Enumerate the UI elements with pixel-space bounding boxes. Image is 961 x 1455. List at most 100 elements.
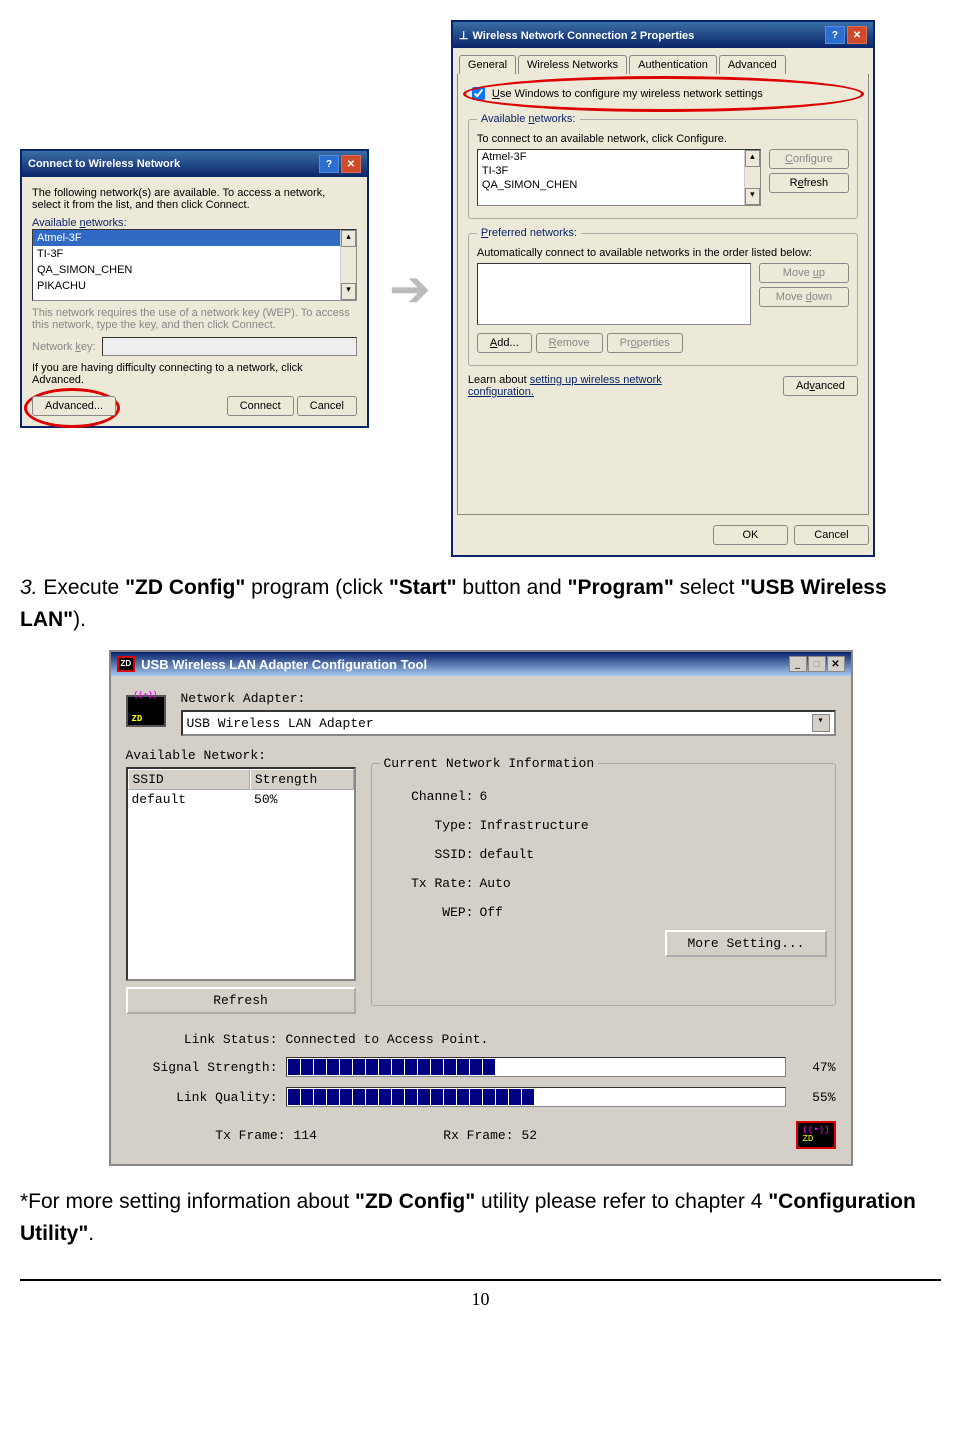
preferred-hint: Automatically connect to available netwo… xyxy=(477,247,849,259)
row-ssid[interactable]: default xyxy=(128,790,251,809)
move-down-button: Move down xyxy=(759,287,849,307)
dialog1-available-label: Available networks: xyxy=(32,217,357,229)
cancel-button[interactable]: Cancel xyxy=(297,396,357,416)
list-item[interactable]: QA_SIMON_CHEN xyxy=(478,178,760,192)
dialog1-intro: The following network(s) are available. … xyxy=(32,187,357,211)
dialog2-title: Wireless Network Connection 2 Properties xyxy=(473,30,695,42)
refresh-button[interactable]: Refresh xyxy=(769,173,849,193)
dialog1-advanced-note: If you are having difficulty connecting … xyxy=(32,362,357,386)
dialog1-titlebar: Connect to Wireless Network ? ✕ xyxy=(22,151,367,177)
close-icon[interactable]: ✕ xyxy=(827,656,845,672)
available-hint: To connect to an available network, clic… xyxy=(477,133,849,145)
type-value: Infrastructure xyxy=(480,818,827,833)
list-item[interactable]: Atmel-3F xyxy=(33,230,356,246)
close-icon[interactable]: ✕ xyxy=(847,26,867,44)
available-network-label: Available Network: xyxy=(126,748,356,763)
preferred-networks-fieldset: Preferred networks: Automatically connec… xyxy=(468,227,858,366)
figure-row: Connect to Wireless Network ? ✕ The foll… xyxy=(20,20,941,557)
scroll-down-icon[interactable]: ▾ xyxy=(745,188,760,205)
available-networks-legend: Available networks: xyxy=(477,113,580,125)
signal-strength-bar xyxy=(286,1057,786,1077)
list-item[interactable]: PIKACHU xyxy=(33,278,356,294)
minimize-icon[interactable]: _ xyxy=(789,656,807,672)
step-number: 3. xyxy=(20,576,38,599)
scroll-up-icon[interactable]: ▴ xyxy=(745,150,760,167)
tab-authentication[interactable]: Authentication xyxy=(629,55,717,74)
available-network-list[interactable]: SSID Strength default 50% xyxy=(126,767,356,981)
zd-logo-icon: ZD xyxy=(117,656,136,672)
current-info-legend: Current Network Information xyxy=(380,756,599,771)
dialog1-title: Connect to Wireless Network xyxy=(28,158,180,170)
preferred-networks-legend: Preferred networks: xyxy=(477,227,581,239)
footnote: *For more setting information about "ZD … xyxy=(20,1186,941,1249)
learn-about-text: Learn about setting up wireless network … xyxy=(468,374,718,398)
ssid-label: SSID: xyxy=(390,847,480,862)
list-item[interactable]: QA_SIMON_CHEN xyxy=(33,262,356,278)
ok-button[interactable]: OK xyxy=(713,525,788,545)
scroll-up-icon[interactable]: ▴ xyxy=(341,230,356,247)
connect-button[interactable]: Connect xyxy=(227,396,294,416)
available-list[interactable]: Atmel-3F TI-3F QA_SIMON_CHEN ▴▾ xyxy=(477,149,761,206)
help-icon[interactable]: ? xyxy=(319,155,339,173)
close-icon[interactable]: ✕ xyxy=(341,155,361,173)
dialog2-titlebar: ⊥ Wireless Network Connection 2 Propertie… xyxy=(453,22,873,48)
page-number: 10 xyxy=(20,1289,941,1310)
tab-strip: General Wireless Networks Authentication… xyxy=(457,55,869,74)
link-quality-pct: 55% xyxy=(786,1090,836,1105)
refresh-button[interactable]: Refresh xyxy=(126,987,356,1014)
tab-general[interactable]: General xyxy=(459,55,516,74)
signal-strength-pct: 47% xyxy=(786,1060,836,1075)
scrollbar[interactable]: ▴▾ xyxy=(744,150,760,205)
dialog1-title-buttons: ? ✕ xyxy=(319,155,361,173)
preferred-list[interactable] xyxy=(477,263,751,325)
adapter-combo[interactable]: USB Wireless LAN Adapter ▾ xyxy=(181,710,836,736)
chevron-down-icon[interactable]: ▾ xyxy=(812,714,830,732)
help-icon[interactable]: ? xyxy=(825,26,845,44)
wireless-icon: ⊥ xyxy=(459,30,469,42)
adapter-value: USB Wireless LAN Adapter xyxy=(187,716,374,731)
advanced-button[interactable]: Advanced... xyxy=(32,396,116,416)
remove-button: Remove xyxy=(536,333,603,353)
use-windows-label: Use Windows to configure my wireless net… xyxy=(492,88,763,100)
signal-strength-label: Signal Strength: xyxy=(126,1060,286,1075)
learn-prefix: Learn about xyxy=(468,374,530,386)
list-item[interactable]: Atmel-3F xyxy=(478,150,760,164)
add-button[interactable]: Add... xyxy=(477,333,532,353)
configure-button: Configure xyxy=(769,149,849,169)
list-item[interactable]: TI-3F xyxy=(33,246,356,262)
adapter-label: Network Adapter: xyxy=(181,691,836,706)
zdconfig-title: USB Wireless LAN Adapter Configuration T… xyxy=(141,657,427,672)
cancel-button[interactable]: Cancel xyxy=(794,525,869,545)
use-windows-checkbox-row[interactable]: Use Windows to configure my wireless net… xyxy=(468,84,858,103)
scroll-down-icon[interactable]: ▾ xyxy=(341,283,356,300)
list-item[interactable]: TI-3F xyxy=(478,164,760,178)
scrollbar[interactable]: ▴▾ xyxy=(340,230,356,300)
connect-wireless-dialog: Connect to Wireless Network ? ✕ The foll… xyxy=(20,149,369,428)
col-strength[interactable]: Strength xyxy=(250,769,354,790)
txrate-label: Tx Rate: xyxy=(390,876,480,891)
available-networks-fieldset: Available networks: To connect to an ava… xyxy=(468,113,858,219)
dialog1-network-list[interactable]: Atmel-3F TI-3F QA_SIMON_CHEN PIKACHU ▴▾ xyxy=(32,229,357,301)
wep-value: Off xyxy=(480,905,827,920)
dialog1-wep-note: This network requires the use of a netwo… xyxy=(32,307,357,331)
rx-frame-label: Rx Frame: xyxy=(414,1128,522,1143)
link-status-value: Connected to Access Point. xyxy=(286,1032,836,1047)
more-setting-button[interactable]: More Setting... xyxy=(665,930,826,957)
tab-advanced[interactable]: Advanced xyxy=(719,55,786,74)
tab-wireless-networks[interactable]: Wireless Networks xyxy=(518,55,627,74)
ssid-value: default xyxy=(480,847,827,862)
rx-frame-value: 52 xyxy=(522,1128,797,1143)
advanced-button[interactable]: Advanced xyxy=(783,376,858,396)
link-status-label: Link Status: xyxy=(126,1032,286,1047)
arrow-icon: ➔ xyxy=(389,260,431,318)
network-key-input xyxy=(102,337,357,356)
network-key-label: Network key: xyxy=(32,341,96,353)
zdconfig-titlebar: ZD USB Wireless LAN Adapter Configuratio… xyxy=(111,652,851,676)
col-ssid[interactable]: SSID xyxy=(128,769,250,790)
dialog2-title-buttons: ? ✕ xyxy=(825,26,867,44)
maximize-icon: □ xyxy=(808,656,826,672)
link-quality-bar xyxy=(286,1087,786,1107)
use-windows-checkbox[interactable] xyxy=(472,87,485,100)
tx-frame-value: 114 xyxy=(294,1128,414,1143)
channel-label: Channel: xyxy=(390,789,480,804)
